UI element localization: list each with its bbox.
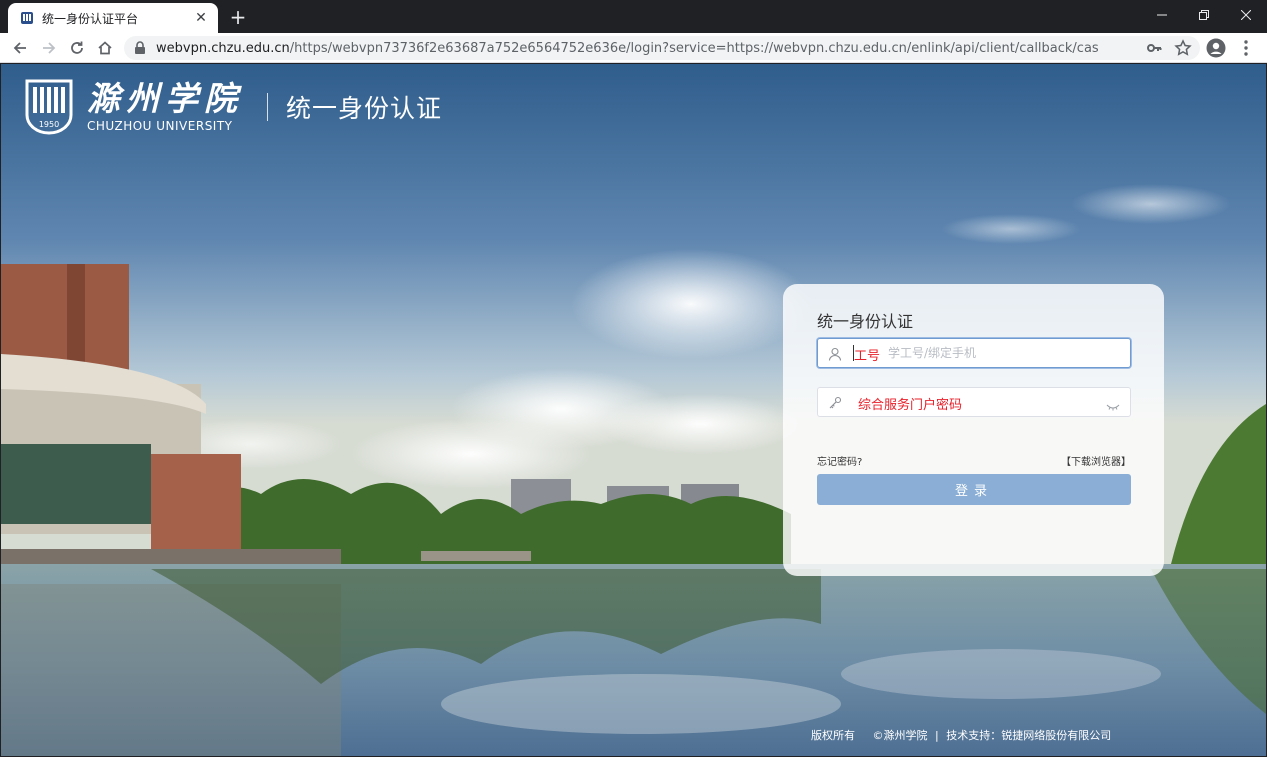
url-host: webvpn.chzu.edu.cn [156, 40, 290, 56]
footer-owner: ©滁州学院 [872, 729, 928, 742]
back-icon[interactable] [8, 36, 32, 60]
username-field[interactable]: 工号 [817, 338, 1131, 368]
browser-toolbar: webvpn.chzu.edu.cn/https/webvpn73736f2e6… [0, 33, 1267, 63]
university-brand: 1950 滁州学院 CHUZHOU UNIVERSITY 统一身份认证 [23, 77, 442, 137]
school-name: 滁州学院 CHUZHOU UNIVERSITY [87, 79, 243, 134]
browser-tab[interactable]: 统一身份认证平台 ✕ [8, 3, 218, 33]
url-path: /https/webvpn73736f2e63687a752e6564752e6… [289, 40, 1099, 56]
minimize-icon[interactable] [1141, 0, 1183, 30]
footer-support: 技术支持：锐捷网络股份有限公司 [946, 729, 1112, 742]
key-field-icon [828, 395, 842, 409]
reload-icon[interactable] [65, 36, 89, 60]
user-icon [828, 346, 842, 361]
school-name-en: CHUZHOU UNIVERSITY [87, 119, 233, 133]
kebab-menu-icon[interactable] [1238, 39, 1254, 57]
system-title: 统一身份认证 [286, 94, 443, 123]
username-input[interactable] [852, 339, 1112, 367]
eye-closed-icon[interactable] [1106, 397, 1120, 411]
login-title: 统一身份认证 [817, 312, 914, 331]
profile-avatar-icon[interactable] [1206, 38, 1226, 58]
tab-close-icon[interactable]: ✕ [192, 9, 210, 27]
window-controls [1141, 0, 1267, 30]
page-footer: 版权所有 ©滁州学院 | 技术支持：锐捷网络股份有限公司 [811, 727, 1115, 743]
footer-copyright: 版权所有 [811, 729, 855, 742]
lock-icon [134, 41, 148, 55]
seal-year: 1950 [39, 120, 59, 129]
bookmark-star-icon[interactable] [1174, 39, 1192, 57]
url-text: webvpn.chzu.edu.cn/https/webvpn73736f2e6… [156, 41, 1099, 56]
restore-icon[interactable] [1183, 0, 1225, 30]
home-icon[interactable] [93, 36, 117, 60]
tab-title: 统一身份认证平台 [42, 11, 139, 26]
school-name-cn: 滁州学院 [87, 79, 243, 118]
login-card: 统一身份认证 工号 综合服务门户密码 忘记密码? 【下载浏览器】 登录 [783, 284, 1164, 576]
close-window-icon[interactable] [1225, 0, 1267, 30]
text-caret [853, 345, 854, 361]
password-input[interactable] [852, 388, 1112, 416]
footer-separator: | [935, 729, 939, 742]
browser-tabstrip: 统一身份认证平台 ✕ + [0, 0, 1267, 33]
key-icon[interactable] [1146, 40, 1162, 56]
university-favicon-icon [20, 11, 34, 25]
password-field[interactable]: 综合服务门户密码 [817, 387, 1131, 417]
forward-icon[interactable] [37, 36, 61, 60]
address-bar[interactable]: webvpn.chzu.edu.cn/https/webvpn73736f2e6… [124, 36, 1200, 60]
login-button[interactable]: 登录 [817, 474, 1131, 505]
page-viewport: 1950 滁州学院 CHUZHOU UNIVERSITY 统一身份认证 统一身份… [1, 64, 1266, 756]
new-tab-button[interactable]: + [226, 6, 250, 30]
university-seal-icon: 1950 [25, 79, 73, 135]
download-browser-link[interactable]: 【下载浏览器】 [1061, 453, 1131, 468]
forgot-password-link[interactable]: 忘记密码? [817, 453, 862, 468]
brand-divider [267, 93, 268, 121]
